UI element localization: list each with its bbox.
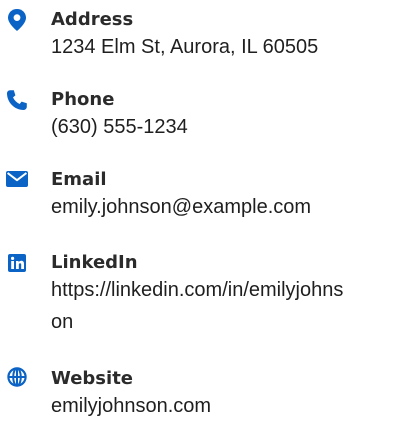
phone-icon: [6, 89, 28, 111]
address-label: Address: [51, 9, 134, 30]
email-label: Email: [51, 169, 107, 190]
contact-item-address: Address 1234 Elm St, Aurora, IL 60505: [0, 0, 411, 80]
website-label: Website: [51, 368, 134, 389]
globe-icon: [6, 366, 28, 388]
map-pin-icon: [6, 9, 28, 31]
website-value[interactable]: emilyjohnson.com: [51, 390, 351, 422]
phone-label: Phone: [51, 89, 115, 110]
contact-item-phone: Phone (630) 555-1234: [0, 85, 411, 155]
email-value: emily.johnson@example.com: [51, 196, 312, 218]
phone-value: (630) 555-1234: [51, 116, 188, 138]
linkedin-icon: [6, 252, 28, 274]
contact-item-website: Website emilyjohnson.com: [0, 366, 411, 421]
linkedin-value[interactable]: https://linkedin.com/in/emilyjohnson: [51, 274, 351, 338]
contact-item-email: Email emily.johnson@example.com: [0, 166, 411, 236]
address-value: 1234 Elm St, Aurora, IL 60505: [51, 36, 319, 58]
contact-item-linkedin: LinkedIn https://linkedin.com/in/emilyjo…: [0, 250, 411, 355]
linkedin-label: LinkedIn: [51, 252, 138, 273]
envelope-icon: [6, 168, 28, 190]
